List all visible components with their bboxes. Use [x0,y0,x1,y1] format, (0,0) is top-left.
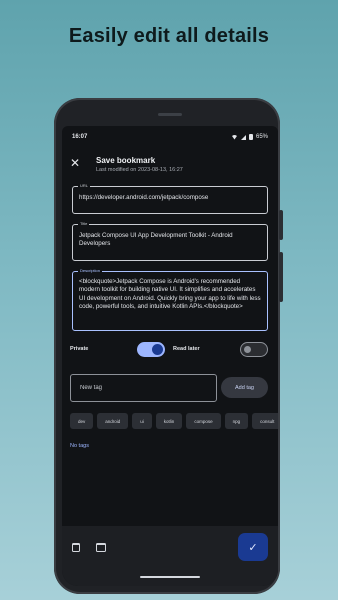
status-time: 16:07 [72,134,88,140]
battery-icon [248,134,253,140]
description-label: Description [78,268,103,274]
close-icon[interactable]: ✕ [70,156,80,170]
battery-percent: 65% [255,134,268,140]
delete-icon[interactable] [72,543,80,552]
new-tag-input[interactable] [71,375,216,401]
url-label: URL [78,183,91,189]
check-icon: ✓ [248,541,258,554]
tag-suggestions: dev android ui kotlin compose npg consul… [70,413,278,430]
private-label: Private [70,346,89,352]
top-app-bar: ✕ Save bookmark Last modified on 2023-08… [70,154,270,180]
toggle-row: Private Read later [70,340,270,360]
tag-chip[interactable]: ui [132,413,152,429]
tag-chip[interactable]: consult [252,413,278,429]
tag-chip[interactable]: kotlin [155,413,183,429]
description-value: <blockquote>Jetpack Compose is Android's… [79,278,261,311]
earpiece-speaker [158,113,182,116]
signal-icon [240,134,246,140]
tag-chip[interactable]: dev [70,413,94,429]
gesture-handle [140,576,200,578]
no-tags-text: No tags [70,443,89,449]
last-modified: Last modified on 2023-08-13, 16:27 [96,167,183,173]
bottom-app-bar: ✓ [62,526,278,586]
save-fab[interactable]: ✓ [238,533,268,561]
app-screen: 16:07 65% ✕ Save bookmark Last modified … [62,126,278,586]
open-browser-icon[interactable] [96,543,106,552]
tag-chip[interactable]: compose [186,413,221,429]
page-title: Save bookmark [96,156,156,165]
title-field[interactable]: Title Jetpack Compose UI App Development… [72,221,268,261]
read-later-label: Read later [173,346,200,352]
tag-chip[interactable]: npg [224,413,249,429]
new-tag-field[interactable] [70,374,217,402]
tag-chip[interactable]: android [97,413,129,429]
url-value: https://developer.android.com/jetpack/co… [79,194,209,201]
title-value: Jetpack Compose UI App Development Toolk… [79,232,233,248]
switch-knob [152,344,163,355]
switch-knob [244,346,251,353]
title-label: Title [78,221,90,227]
status-bar: 16:07 65% [72,134,268,144]
status-icons: 65% [230,134,268,140]
wifi-icon [230,134,238,140]
promo-headline: Easily edit all details [68,25,270,47]
read-later-switch[interactable] [240,342,268,357]
private-switch[interactable] [137,342,165,357]
power-button [279,210,283,240]
description-field[interactable]: Description <blockquote>Jetpack Compose … [72,268,268,331]
volume-button [279,252,283,302]
url-field[interactable]: URL https://developer.android.com/jetpac… [72,183,268,214]
add-tag-button[interactable]: Add tag [221,377,268,398]
